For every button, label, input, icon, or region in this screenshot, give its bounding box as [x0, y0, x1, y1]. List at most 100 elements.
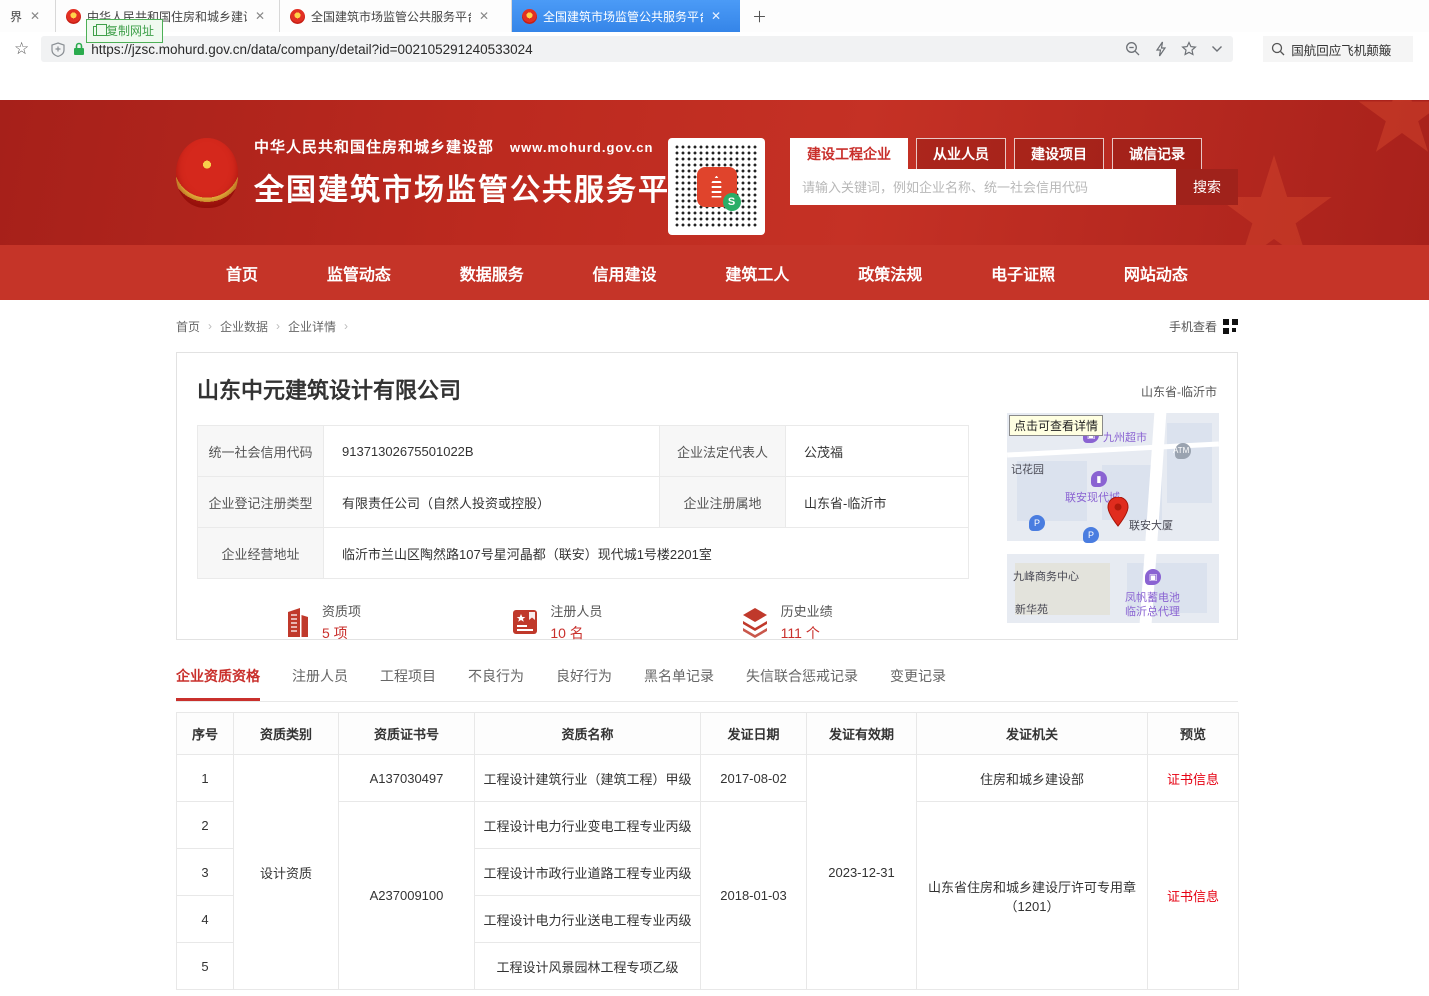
tab-projects[interactable]: 工程项目 [380, 666, 436, 701]
search-tab-practitioners[interactable]: 从业人员 [916, 138, 1006, 169]
detail-tabs: 企业资质资格 注册人员 工程项目 不良行为 良好行为 黑名单记录 失信联合惩戒记… [176, 666, 1238, 702]
row-no: 2 [177, 802, 234, 849]
issue-date: 2017-08-02 [701, 755, 807, 802]
nav-item-supervision[interactable]: 监管动态 [327, 261, 391, 285]
breadcrumb-company-data[interactable]: 企业数据 [220, 318, 268, 335]
qr-code-icon [1223, 319, 1238, 334]
chevron-down-icon[interactable] [1211, 45, 1223, 53]
search-tab-credit-records[interactable]: 诚信记录 [1112, 138, 1202, 169]
site-favicon-icon [66, 9, 81, 24]
ministry-name: 中华人民共和国住房和城乡建设部 [254, 139, 494, 156]
keyword-search-input[interactable] [790, 169, 1176, 205]
certificate-info-link[interactable]: 证书信息 [1167, 772, 1219, 787]
copy-url-tooltip[interactable]: 复制网址 [86, 19, 163, 43]
qualification-name: 工程设计风景园林工程专项乙级 [475, 943, 701, 990]
close-icon[interactable]: ✕ [711, 9, 721, 23]
stat-label: 资质项 [322, 601, 361, 620]
tab-dishonesty-records[interactable]: 失信联合惩戒记录 [746, 666, 858, 701]
url-text[interactable]: https://jzsc.mohurd.gov.cn/data/company/… [91, 42, 1115, 57]
lightning-icon[interactable] [1155, 41, 1167, 57]
close-icon[interactable]: ✕ [255, 9, 265, 23]
nav-item-data-services[interactable]: 数据服务 [460, 261, 524, 285]
building-poi-icon: ▮ [1091, 471, 1107, 487]
stat-historical-performance[interactable]: 历史业绩 111 个 [739, 601, 967, 643]
qualification-name: 工程设计市政行业道路工程专业丙级 [475, 849, 701, 896]
breadcrumb-company-detail[interactable]: 企业详情 [288, 318, 336, 335]
company-card: 山东中元建筑设计有限公司 山东省-临沂市 统一社会信用代码 9137130267… [176, 352, 1238, 640]
mini-program-badge-icon: S [723, 193, 741, 211]
company-stats: 资质项 5 项 注册人员 10 名 历史业绩 [197, 601, 967, 643]
certificate-info-link[interactable]: 证书信息 [1167, 889, 1219, 904]
search-button[interactable]: 搜索 [1176, 169, 1238, 205]
https-lock-icon[interactable] [73, 42, 85, 56]
ministry-url: www.mohurd.gov.cn [510, 140, 653, 155]
reg-type-value: 有限责任公司（自然人投资或控股） [324, 477, 660, 528]
tab-registered-personnel[interactable]: 注册人员 [292, 666, 348, 701]
nav-item-credit[interactable]: 信用建设 [593, 261, 657, 285]
building-icon [709, 176, 725, 198]
browser-tab-jzsc-1[interactable]: 全国建筑市场监管公共服务平台 ✕ [280, 0, 512, 32]
company-location-map[interactable]: 点击可查看详情 ▣ 九州超市 ATM 记花园 ▮ 联安现代城 联安大厦 P P … [1007, 413, 1219, 623]
site-favicon-icon [522, 9, 537, 24]
zoom-out-icon[interactable] [1125, 41, 1141, 57]
parking-poi-icon: P [1083, 527, 1099, 543]
copy-icon [93, 26, 102, 36]
shield-permission-icon[interactable] [51, 42, 65, 57]
col-header: 预览 [1148, 713, 1239, 755]
info-label: 企业注册属地 [660, 477, 786, 528]
search-tab-construction-enterprise[interactable]: 建设工程企业 [790, 138, 908, 169]
nav-item-policy[interactable]: 政策法规 [858, 261, 922, 285]
tab-qualifications[interactable]: 企业资质资格 [176, 666, 260, 701]
legal-rep-value: 公茂福 [786, 426, 969, 477]
tab-change-records[interactable]: 变更记录 [890, 666, 946, 701]
site-brand: 中华人民共和国住房和城乡建设部www.mohurd.gov.cn 全国建筑市场监… [254, 136, 702, 209]
search-icon [1271, 42, 1285, 56]
map-label: 记花园 [1011, 461, 1044, 477]
stat-registered-personnel[interactable]: 注册人员 10 名 [510, 601, 738, 643]
qualification-category: 设计资质 [234, 755, 339, 990]
parking-poi-icon: P [1029, 515, 1045, 531]
company-region: 山东省-临沂市 [1141, 383, 1217, 400]
info-label: 企业法定代表人 [660, 426, 786, 477]
company-name: 山东中元建筑设计有限公司 [197, 373, 1217, 405]
new-tab-button[interactable]: ＋ [740, 0, 779, 32]
bookmark-star-icon[interactable]: ☆ [14, 39, 29, 59]
nav-item-e-license[interactable]: 电子证照 [991, 261, 1055, 285]
cert-no: A137030497 [339, 755, 475, 802]
favorite-star-icon[interactable] [1181, 41, 1197, 57]
qualification-table: 序号 资质类别 资质证书号 资质名称 发证日期 发证有效期 发证机关 预览 1 … [176, 712, 1239, 990]
mobile-view-label: 手机查看 [1169, 318, 1217, 335]
nav-item-workers[interactable]: 建筑工人 [725, 261, 789, 285]
search-tab-projects[interactable]: 建设项目 [1014, 138, 1104, 169]
tab-title: 全国建筑市场监管公共服务平台 [311, 8, 471, 25]
address-bar[interactable]: https://jzsc.mohurd.gov.cn/data/company/… [41, 36, 1233, 62]
map-label: ATM [1173, 446, 1189, 455]
tab-title: 全国建筑市场监管公共服务平台 [543, 8, 703, 25]
tab-blacklist[interactable]: 黑名单记录 [644, 666, 714, 701]
table-row: 1 设计资质 A137030497 工程设计建筑行业（建筑工程）甲级 2017-… [177, 755, 1239, 802]
mobile-view-link[interactable]: 手机查看 [1169, 318, 1238, 335]
tab-title: 界 [10, 8, 22, 25]
quick-search-box[interactable]: 国航回应飞机颠簸 [1263, 36, 1413, 62]
breadcrumb-separator: › [276, 319, 280, 333]
breadcrumb-home[interactable]: 首页 [176, 318, 200, 335]
issue-date: 2018-01-03 [701, 802, 807, 990]
col-header: 发证日期 [701, 713, 807, 755]
browser-tab-jzsc-active[interactable]: 全国建筑市场监管公共服务平台 ✕ [512, 0, 740, 32]
tab-good-behavior[interactable]: 良好行为 [556, 666, 612, 701]
stat-qualifications[interactable]: 资质项 5 项 [282, 601, 510, 643]
tab-bad-behavior[interactable]: 不良行为 [468, 666, 524, 701]
nav-item-home[interactable]: 首页 [226, 261, 258, 285]
col-header: 资质证书号 [339, 713, 475, 755]
browser-tab-partial[interactable]: 界 ✕ [0, 0, 56, 32]
issuing-authority: 山东省住房和城乡建设厅许可专用章 （1201） [917, 802, 1148, 990]
close-icon[interactable]: ✕ [479, 9, 489, 23]
col-header: 发证有效期 [807, 713, 917, 755]
row-no: 5 [177, 943, 234, 990]
map-label: 临沂总代理 [1125, 603, 1180, 619]
close-icon[interactable]: ✕ [30, 9, 40, 23]
row-no: 1 [177, 755, 234, 802]
col-header: 序号 [177, 713, 234, 755]
info-label: 企业登记注册类型 [198, 477, 324, 528]
nav-item-site-news[interactable]: 网站动态 [1124, 261, 1188, 285]
